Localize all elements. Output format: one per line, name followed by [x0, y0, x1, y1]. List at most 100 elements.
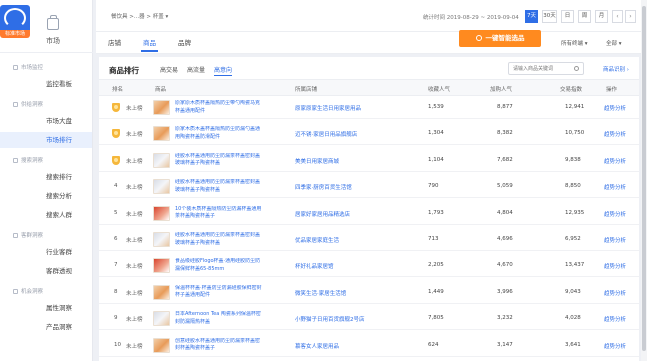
shop-name-link[interactable]: 微笑生活·家居生活馆: [295, 289, 346, 297]
product-thumbnail[interactable]: [153, 258, 170, 274]
table-row[interactable]: 4 未上榜 硅胶水杯盖通用防尘防漏茶杯盖密封盖玻璃杯盖子陶瓷杯盖 四季家·厨房百货生活…: [99, 176, 639, 199]
period-7-days[interactable]: 7天: [525, 10, 538, 23]
period-30-days[interactable]: 30天: [542, 10, 557, 23]
stat-date-range: 统计时间 2019-08-29 ~ 2019-09-04: [423, 15, 519, 21]
prev-period-button[interactable]: ‹: [612, 10, 623, 23]
category-breadcrumb[interactable]: 餐饮具 >...器 > 杯盖 ▾: [111, 12, 168, 20]
product-name-link[interactable]: 硅胶水杯盖通用防尘防漏茶杯盖密封盖玻璃杯盖子陶瓷杯盖: [175, 179, 263, 195]
sidebar-item-search-crowd[interactable]: 搜索人群: [0, 207, 92, 223]
sidebar-item-market-overview[interactable]: 市场大盘: [0, 113, 92, 129]
trend-analysis-link[interactable]: 趋势分析: [604, 289, 626, 297]
table-row[interactable]: 未上榜 硅胶水杯盖通用防尘防漏茶杯盖密封盖玻璃杯盖子陶瓷杯盖 美美日用家居商城 1,1…: [99, 150, 639, 172]
subtab-high-intent[interactable]: 高意向: [214, 65, 233, 77]
shop-name-link[interactable]: 小野猫子日用百货旗舰2号店: [295, 315, 365, 323]
sidebar-item-search-rank[interactable]: 搜索排行: [0, 169, 92, 185]
th-favorites[interactable]: 收藏人气: [428, 85, 450, 93]
trade-index-value: 12,935: [565, 209, 585, 216]
trend-analysis-link[interactable]: 趋势分析: [604, 262, 626, 270]
product-name-link[interactable]: 日本Afternoon Tea 陶瓷系列保温杯密封防漏隔热杯盖: [175, 311, 263, 327]
shop-name-link[interactable]: 慕客女人家居用品: [295, 342, 339, 350]
sidebar-item-product-insight[interactable]: 产品洞察: [0, 319, 92, 335]
period-day[interactable]: 日: [561, 10, 574, 23]
period-month[interactable]: 月: [595, 10, 608, 23]
th-trade-index[interactable]: 交易指数: [560, 85, 582, 93]
product-name-link[interactable]: 10个装木质杯盖隔热防尘防漏杯盖通用茶杯盖陶瓷杯盖子: [175, 206, 263, 222]
product-name-link[interactable]: 食品级硅胶Flogo杯盖·通用硅胶防尘防漏保鲜杯盖65-85mm: [175, 258, 263, 274]
trend-analysis-link[interactable]: 趋势分析: [604, 157, 626, 165]
table-row[interactable]: 8 未上榜 保温杯杯盖·杯盖防尘防漏硅胶保鲜密封杯子盖通用配件 微笑生活·家居生活馆 1…: [99, 282, 639, 304]
market-icon[interactable]: [47, 15, 59, 30]
trend-analysis-link[interactable]: 趋势分析: [604, 104, 626, 112]
product-name-link[interactable]: 原家原木质杯盖隔热防尘带勺陶瓷马克杯盖通用配件: [175, 100, 263, 116]
page-scrollbar[interactable]: [641, 0, 647, 361]
shop-name-link[interactable]: 四季家·厨房百货生活馆: [295, 183, 352, 191]
terminal-select[interactable]: 所有终端 ▾: [561, 39, 588, 47]
table-row[interactable]: 6 未上榜 硅胶水杯盖通用防尘防漏茶杯盖密封盖玻璃杯盖子陶瓷杯盖 优品家居家庭生活 71…: [99, 229, 639, 251]
table-row[interactable]: 10 未上榜 创意硅胶水杯盖通用防尘防漏茶杯盖密封杯盖陶瓷杯盖子 慕客女人家居用品 62…: [99, 335, 639, 357]
product-name-link[interactable]: 创意硅胶水杯盖通用防尘防漏茶杯盖密封杯盖陶瓷杯盖子: [175, 338, 263, 354]
rank-status: 未上榜: [126, 317, 143, 324]
product-thumbnail[interactable]: [153, 179, 170, 195]
category-select[interactable]: 全部 ▾: [606, 39, 622, 47]
sidebar-item-attribute-insight[interactable]: 属性洞察: [0, 300, 92, 316]
product-name-link[interactable]: 硅胶水杯盖通用防尘防漏茶杯盖密封盖玻璃杯盖子陶瓷杯盖: [175, 232, 263, 248]
product-thumbnail[interactable]: [153, 152, 170, 168]
tab-product[interactable]: 商品: [141, 37, 158, 52]
smart-select-button[interactable]: 一键智能选品: [459, 30, 541, 47]
sidebar-item-market-rank[interactable]: 市场排行: [0, 132, 92, 148]
product-search-input[interactable]: [508, 62, 584, 75]
subtab-high-trade[interactable]: 高交易: [160, 65, 178, 74]
search-icon[interactable]: [574, 66, 579, 71]
table-row[interactable]: 5 未上榜 10个装木质杯盖隔热防尘防漏杯盖通用茶杯盖陶瓷杯盖子 居家好家居用品精选店…: [99, 203, 639, 225]
product-thumbnail[interactable]: [153, 205, 170, 221]
product-name-link[interactable]: 硅胶水杯盖通用防尘防漏茶杯盖密封盖玻璃杯盖子陶瓷杯盖: [175, 153, 263, 169]
add-cart-value: 4,804: [497, 209, 513, 216]
trade-index-value: 8,850: [565, 183, 581, 190]
subtab-high-traffic[interactable]: 高流量: [187, 65, 205, 74]
trend-analysis-link[interactable]: 趋势分析: [604, 236, 626, 244]
trade-index-value: 3,641: [565, 341, 581, 348]
rank-medal-icon: [112, 129, 120, 139]
shop-name-link[interactable]: 原家原家生活日用家居用品: [295, 104, 361, 112]
shop-name-link[interactable]: 迈不锈·家居日用品旗舰店: [295, 130, 357, 138]
trend-analysis-link[interactable]: 趋势分析: [604, 130, 626, 138]
product-thumbnail[interactable]: [153, 100, 170, 115]
scroll-thumb[interactable]: [642, 6, 646, 351]
trend-analysis-link[interactable]: 趋势分析: [604, 342, 626, 350]
sidebar-item-search-analysis[interactable]: 搜索分析: [0, 188, 92, 204]
next-period-button[interactable]: ›: [625, 10, 636, 23]
product-thumbnail[interactable]: [153, 311, 170, 327]
shop-name-link[interactable]: 杯好礼品家居馆: [295, 262, 334, 270]
sidebar-item-customer-insight[interactable]: 客群透视: [0, 263, 92, 279]
trend-analysis-link[interactable]: 趋势分析: [604, 210, 626, 218]
product-name-link[interactable]: 保温杯杯盖·杯盖防尘防漏硅胶保鲜密封杯子盖通用配件: [175, 285, 263, 301]
th-add-cart[interactable]: 加购人气: [490, 85, 512, 93]
rank-status: 未上榜: [126, 264, 143, 271]
brand-logo[interactable]: 标准市场: [0, 5, 30, 38]
period-week[interactable]: 周: [578, 10, 591, 23]
trade-index-value: 13,437: [565, 262, 585, 269]
trend-analysis-link[interactable]: 趋势分析: [604, 183, 626, 191]
table-row[interactable]: 未上榜 原家原木质杯盖隔热防尘带勺陶瓷马克杯盖通用配件 原家原家生活日用家居用品 1,…: [99, 97, 639, 119]
table-row[interactable]: 未上榜 原家木质木盖杯盖隔热防尘防漏勺盖通用陶瓷杯盖防滑配件 迈不锈·家居日用品旗舰…: [99, 123, 639, 146]
th-rank[interactable]: 排名: [112, 85, 123, 93]
product-thumbnail[interactable]: [153, 284, 170, 300]
trend-analysis-link[interactable]: 趋势分析: [604, 315, 626, 323]
product-thumbnail[interactable]: [153, 232, 170, 247]
table-row[interactable]: 9 未上榜 日本Afternoon Tea 陶瓷系列保温杯密封防漏隔热杯盖 小野猫子日…: [99, 308, 639, 331]
product-identify-link[interactable]: 商品识别 ›: [603, 65, 629, 73]
shop-name-link[interactable]: 居家好家居用品精选店: [295, 210, 350, 218]
shop-name-link[interactable]: 美美日用家居商城: [295, 157, 339, 165]
rank-status: 未上榜: [126, 211, 143, 218]
tab-brand[interactable]: 品牌: [178, 37, 191, 47]
market-label[interactable]: 市场: [35, 36, 71, 46]
product-thumbnail[interactable]: [153, 337, 170, 353]
product-thumbnail[interactable]: [153, 126, 170, 142]
product-rank-panel: 商品排行 高交易 高流量 高意向 商品识别 › 排名 商品 所属店铺 收藏人气 …: [99, 57, 639, 361]
table-row[interactable]: 7 未上榜 食品级硅胶Flogo杯盖·通用硅胶防尘防漏保鲜杯盖65-85mm 杯好礼品…: [99, 255, 639, 278]
shop-name-link[interactable]: 优品家居家庭生活: [295, 236, 339, 244]
product-name-link[interactable]: 原家木质木盖杯盖隔热防尘防漏勺盖通用陶瓷杯盖防滑配件: [175, 126, 263, 142]
sidebar-item-monitor-board[interactable]: 监控看板: [0, 76, 92, 92]
sidebar-item-industry-customer[interactable]: 行业客群: [0, 244, 92, 260]
tab-shop[interactable]: 店铺: [108, 37, 121, 47]
